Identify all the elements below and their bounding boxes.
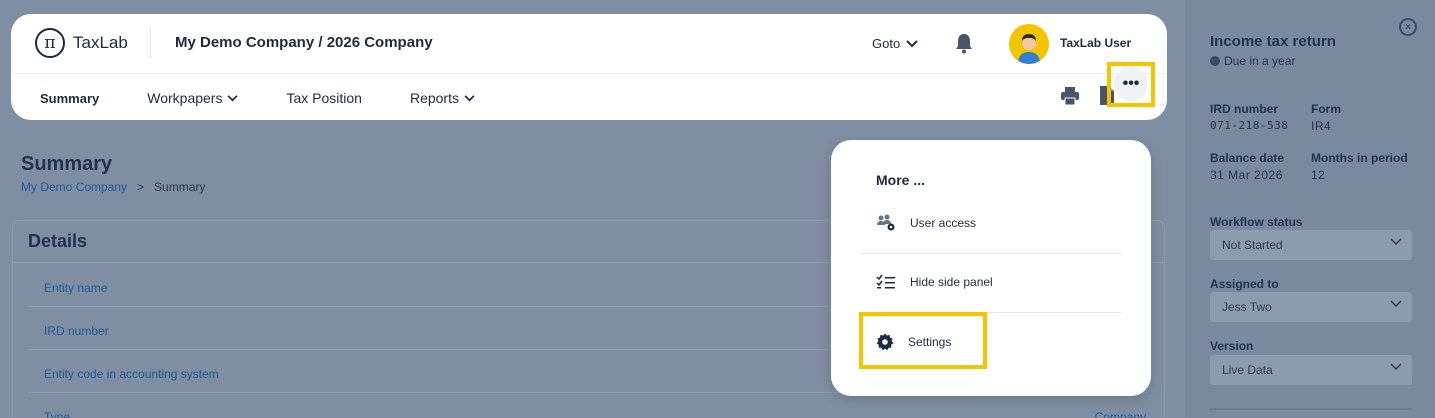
tab-summary-label: Summary [40, 90, 100, 106]
ird-number-value: 071-218-538 [1210, 119, 1289, 132]
workflow-status-label: Workflow status [1210, 215, 1303, 229]
chevron-down-icon [464, 94, 475, 101]
main-nav: Summary Workpapers Tax Position Reports [40, 90, 523, 106]
tab-reports-label: Reports [409, 90, 459, 106]
detail-label: Type [44, 410, 71, 418]
tab-workpapers[interactable]: Workpapers [147, 90, 238, 106]
months-label: Months in period [1311, 151, 1408, 165]
menu-item-label: User access [910, 216, 977, 230]
breadcrumb-separator: > [137, 180, 145, 194]
chevron-down-icon [227, 94, 238, 101]
more-icon: ••• [1122, 75, 1140, 92]
detail-label: IRD number [44, 324, 109, 338]
menu-item-label: Hide side panel [910, 275, 993, 289]
avatar[interactable] [1009, 24, 1049, 64]
clock-icon [1210, 56, 1220, 66]
more-menu-title: More ... [876, 172, 926, 188]
breadcrumb-link[interactable]: My Demo Company [21, 180, 127, 194]
close-icon: × [1405, 21, 1411, 33]
version-label: Version [1210, 339, 1254, 353]
assigned-to-label: Assigned to [1210, 277, 1279, 291]
more-button[interactable]: ••• [1114, 67, 1148, 101]
breadcrumb: My Demo Company > Summary [21, 180, 205, 194]
settings-highlight [859, 312, 987, 369]
detail-label: Entity name [44, 281, 108, 295]
details-title: Details [28, 231, 88, 251]
side-panel-divider [1210, 408, 1412, 410]
ird-number-label: IRD number [1210, 102, 1279, 116]
form-label: Form [1311, 102, 1341, 116]
breadcrumb-current: Summary [154, 180, 206, 194]
tab-tax-position[interactable]: Tax Position [286, 90, 361, 106]
tab-tax-position-label: Tax Position [286, 90, 362, 106]
detail-label: Entity code in accounting system [44, 367, 219, 381]
assigned-to-value: Jess Two [1222, 300, 1272, 314]
detail-row: Type Company [28, 393, 1148, 418]
user-avatar-icon [1009, 24, 1049, 64]
header-card: π TaxLab My Demo Company / 2026 Company … [11, 14, 1167, 120]
page-title: Summary [21, 153, 113, 175]
logo-pi-icon: π [35, 28, 65, 58]
form-value: IR4 [1311, 119, 1332, 133]
logo-divider [150, 28, 151, 58]
workflow-status-select[interactable]: Not Started [1210, 230, 1412, 260]
chevron-down-icon [906, 39, 918, 47]
side-panel-title: Income tax return [1210, 33, 1336, 50]
version-select[interactable]: Live Data [1210, 355, 1412, 385]
menu-item-user-access[interactable]: User access [876, 214, 976, 232]
checklist-icon [876, 274, 895, 289]
assigned-to-select[interactable]: Jess Two [1210, 292, 1412, 322]
header-divider [11, 73, 1167, 74]
tab-summary[interactable]: Summary [40, 91, 99, 106]
chevron-down-icon [1390, 238, 1402, 246]
version-value: Live Data [1222, 363, 1273, 377]
detail-value[interactable]: Company [1095, 410, 1146, 418]
goto-label: Goto [872, 36, 901, 51]
balance-date-label: Balance date [1210, 151, 1285, 165]
months-value: 12 [1311, 168, 1326, 182]
menu-item-hide-side-panel[interactable]: Hide side panel [876, 274, 993, 290]
goto-dropdown[interactable]: Goto [872, 36, 918, 51]
due-status: Due in a year [1210, 54, 1295, 68]
print-icon[interactable] [1060, 86, 1080, 106]
taxlab-logo[interactable]: π TaxLab [35, 28, 128, 58]
chevron-down-icon [1390, 363, 1402, 371]
logo-text: TaxLab [73, 33, 128, 52]
menu-divider [861, 253, 1121, 254]
tab-workpapers-label: Workpapers [147, 90, 223, 106]
workflow-status-value: Not Started [1222, 238, 1283, 252]
users-gear-icon [877, 214, 895, 231]
company-title: My Demo Company / 2026 Company [175, 34, 433, 51]
balance-date-value: 31 Mar 2026 [1210, 168, 1283, 182]
user-name[interactable]: TaxLab User [1060, 36, 1131, 50]
due-text: Due in a year [1224, 54, 1296, 68]
bell-icon[interactable] [954, 32, 974, 54]
tab-reports[interactable]: Reports [410, 90, 475, 106]
chevron-down-icon [1390, 300, 1402, 308]
close-panel-button[interactable]: × [1399, 18, 1417, 36]
